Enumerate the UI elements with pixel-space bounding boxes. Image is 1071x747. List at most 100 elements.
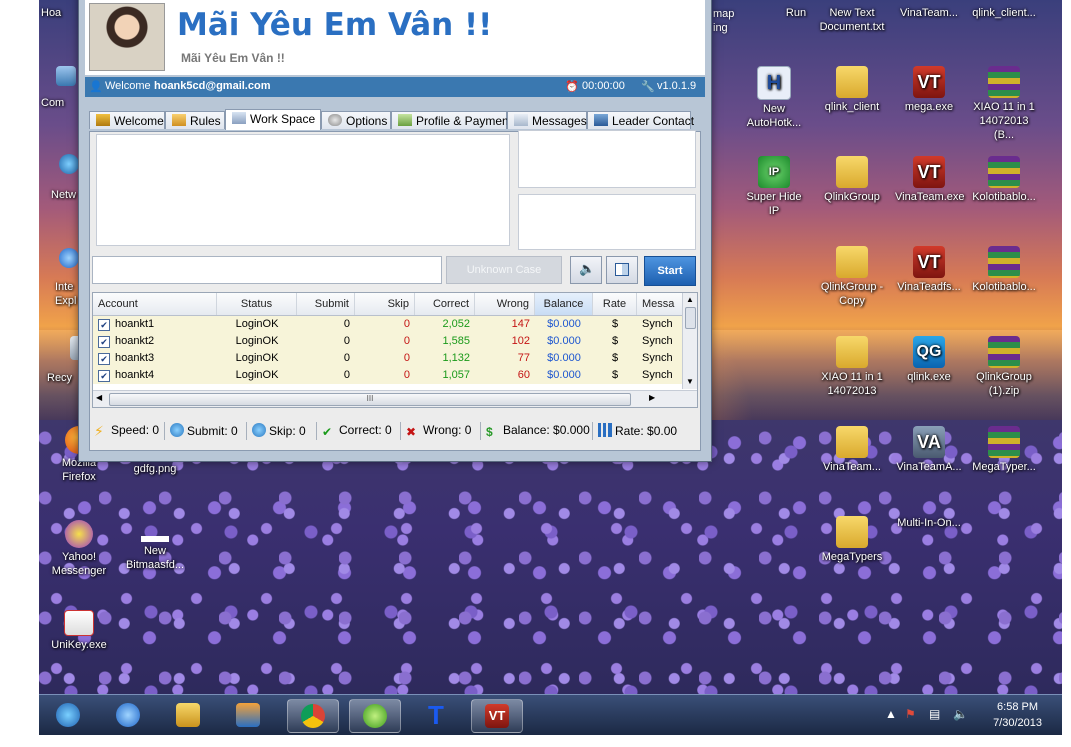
desktop-icon-unikey[interactable]: UniKey.exe: [45, 610, 113, 652]
show-hidden-icons-arrow-icon[interactable]: ▲: [885, 707, 897, 721]
col-message[interactable]: Messa: [637, 293, 683, 315]
divider: [246, 422, 247, 440]
desktop-icon-11[interactable]: Kolotibablo...: [970, 156, 1038, 204]
ie-desktop-icon[interactable]: [59, 248, 79, 270]
network-icon[interactable]: [59, 154, 79, 176]
desktop-icon-1[interactable]: New Text Document.txt: [818, 6, 886, 34]
scroll-down-arrow-icon[interactable]: ▼: [686, 377, 694, 386]
scroll-left-arrow-icon[interactable]: ◀: [96, 393, 102, 402]
desktop-icon-7[interactable]: XIAO 11 in 1 14072013 (B...: [970, 66, 1038, 142]
desktop-icon-5[interactable]: qlink_client: [818, 66, 886, 114]
qlink-app-window[interactable]: Mãi Yêu Em Vân !! Mãi Yêu Em Vân !! 👤 We…: [78, 0, 712, 462]
taskbar-ie[interactable]: [103, 699, 153, 731]
cell-correct: 1,132: [442, 352, 470, 364]
desktop-icon-13[interactable]: VT VinaTeadfs...: [895, 246, 963, 294]
horizontal-scrollbar[interactable]: ◀ III ▶: [93, 390, 697, 407]
desktop-icon-10[interactable]: VT VinaTeam.exe: [895, 156, 965, 204]
desktop-icon-9[interactable]: QlinkGroup: [818, 156, 886, 204]
col-skip[interactable]: Skip: [355, 293, 415, 315]
desktop-icon-14[interactable]: Kolotibablo...: [970, 246, 1038, 294]
scroll-right-arrow-icon[interactable]: ▶: [649, 393, 655, 402]
col-submit[interactable]: Submit: [297, 293, 355, 315]
table-row[interactable]: ✔ hoankt2 LoginOK 0 0 1,585 102 $0.000 $ Synch: [93, 333, 683, 350]
vertical-scrollbar[interactable]: ▲ ▼: [682, 293, 697, 389]
app-title: Mãi Yêu Em Vân !!: [177, 7, 493, 43]
taskbar-vinateam[interactable]: VT: [471, 699, 523, 733]
desktop-icon-2[interactable]: VinaTeam...: [895, 6, 963, 20]
desktop-icon-20[interactable]: MegaTyper...: [970, 426, 1038, 474]
col-balance[interactable]: Balance: [535, 293, 593, 315]
desktop-icon-8[interactable]: IP Super Hide IP: [740, 156, 808, 218]
table-row[interactable]: ✔ hoankt1 LoginOK 0 0 2,052 147 $0.000 $ Synch: [93, 316, 683, 333]
desktop-icon-4[interactable]: H New AutoHotk...: [740, 66, 808, 130]
desktop-icon-18[interactable]: VinaTeam...: [818, 426, 886, 474]
network-tray-icon[interactable]: ▤: [929, 707, 940, 721]
app-subtitle: Mãi Yêu Em Vân !!: [181, 51, 285, 65]
row-checkbox[interactable]: ✔: [98, 353, 110, 365]
layout-button[interactable]: [606, 256, 638, 284]
table-row[interactable]: ✔ hoankt4 LoginOK 0 0 1,057 60 $0.000 $ Synch: [93, 367, 683, 384]
col-correct[interactable]: Correct: [415, 293, 475, 315]
desktop-icon-21[interactable]: MegaTypers: [818, 516, 886, 564]
start-button[interactable]: Start: [644, 256, 696, 286]
desktop-icon-19[interactable]: VA VinaTeamA...: [895, 426, 963, 474]
taskbar-t-app[interactable]: T: [411, 699, 461, 731]
cell-skip: 0: [403, 318, 410, 330]
desktop-icon-16[interactable]: QG qlink.exe: [895, 336, 963, 384]
computer-icon[interactable]: [51, 66, 81, 88]
desktop-icon-22[interactable]: Multi-In-On...: [895, 516, 963, 530]
desktop-icon-3[interactable]: qlink_client...: [970, 6, 1038, 20]
tab-profile-payment[interactable]: Profile & Payment: [391, 111, 512, 129]
desktop-icon-bitmap[interactable]: New Bitmaasfd...: [121, 536, 189, 572]
keyboard-icon: [232, 112, 246, 124]
taskbar-green-app[interactable]: [349, 699, 401, 733]
h-scroll-thumb[interactable]: III: [109, 393, 631, 406]
desktop-icon-gdfg[interactable]: gdfg.png: [121, 462, 189, 476]
row-checkbox[interactable]: ✔: [98, 370, 110, 382]
tab-rules[interactable]: Rules: [165, 111, 225, 129]
desktop-icon-12[interactable]: QlinkGroup - Copy: [818, 246, 886, 308]
start-menu-button[interactable]: [43, 699, 93, 731]
taskbar-chrome[interactable]: [287, 699, 339, 733]
cell-wrong: 102: [511, 335, 530, 347]
desktop-icon-hoa[interactable]: Hoa: [41, 6, 81, 20]
taskbar-explorer[interactable]: [163, 699, 213, 731]
col-rate[interactable]: Rate: [593, 293, 637, 315]
tab-welcome[interactable]: Welcome: [89, 111, 165, 129]
checkmark-icon: ✔: [322, 425, 333, 439]
taskbar-media-player[interactable]: [223, 699, 273, 731]
tab-options[interactable]: Options: [321, 111, 391, 129]
welcome-label: Welcome: [105, 80, 151, 92]
scroll-up-arrow-icon[interactable]: ▲: [686, 295, 694, 304]
accounts-table[interactable]: Account Status Submit Skip Correct Wrong…: [92, 292, 698, 408]
row-checkbox[interactable]: ✔: [98, 319, 110, 331]
table-row[interactable]: ✔ hoankt3 LoginOK 0 0 1,132 77 $0.000 $ Synch: [93, 350, 683, 367]
windows-orb-icon: [56, 703, 80, 727]
tab-work-space[interactable]: Work Space: [225, 109, 321, 130]
desktop-icon-17[interactable]: QlinkGroup (1).zip: [970, 336, 1038, 398]
scroll-thumb[interactable]: [685, 307, 696, 329]
cell-wrong: 60: [517, 369, 530, 381]
volume-icon[interactable]: 🔈: [953, 707, 968, 721]
col-status[interactable]: Status: [217, 293, 297, 315]
system-clock[interactable]: 6:58 PM 7/30/2013: [993, 699, 1042, 731]
desktop-icon-yahoo[interactable]: Yahoo! Messenger: [45, 520, 113, 578]
divider: [592, 422, 593, 440]
action-center-flag-icon[interactable]: ⚑: [905, 707, 916, 721]
col-wrong[interactable]: Wrong: [475, 293, 535, 315]
va-app-icon: VA: [913, 426, 945, 458]
cell-skip: 0: [403, 369, 410, 381]
tab-messages[interactable]: Messages: [507, 111, 587, 129]
desktop-icon-computer[interactable]: Com: [41, 96, 81, 110]
autohotkey-file-icon: H: [757, 66, 791, 100]
preview-box-top: [518, 130, 696, 188]
desktop-icon-6[interactable]: VT mega.exe: [895, 66, 963, 114]
sound-button[interactable]: 🔈: [570, 256, 602, 284]
tab-leader-contact[interactable]: Leader Contact: [587, 111, 694, 129]
row-checkbox[interactable]: ✔: [98, 336, 110, 348]
desktop-icon-15[interactable]: XIAO 11 in 1 14072013: [818, 336, 886, 398]
internet-explorer-icon: [116, 703, 140, 727]
unknown-case-button[interactable]: Unknown Case: [446, 256, 562, 284]
answer-input[interactable]: [92, 256, 442, 284]
col-account[interactable]: Account: [93, 293, 217, 315]
